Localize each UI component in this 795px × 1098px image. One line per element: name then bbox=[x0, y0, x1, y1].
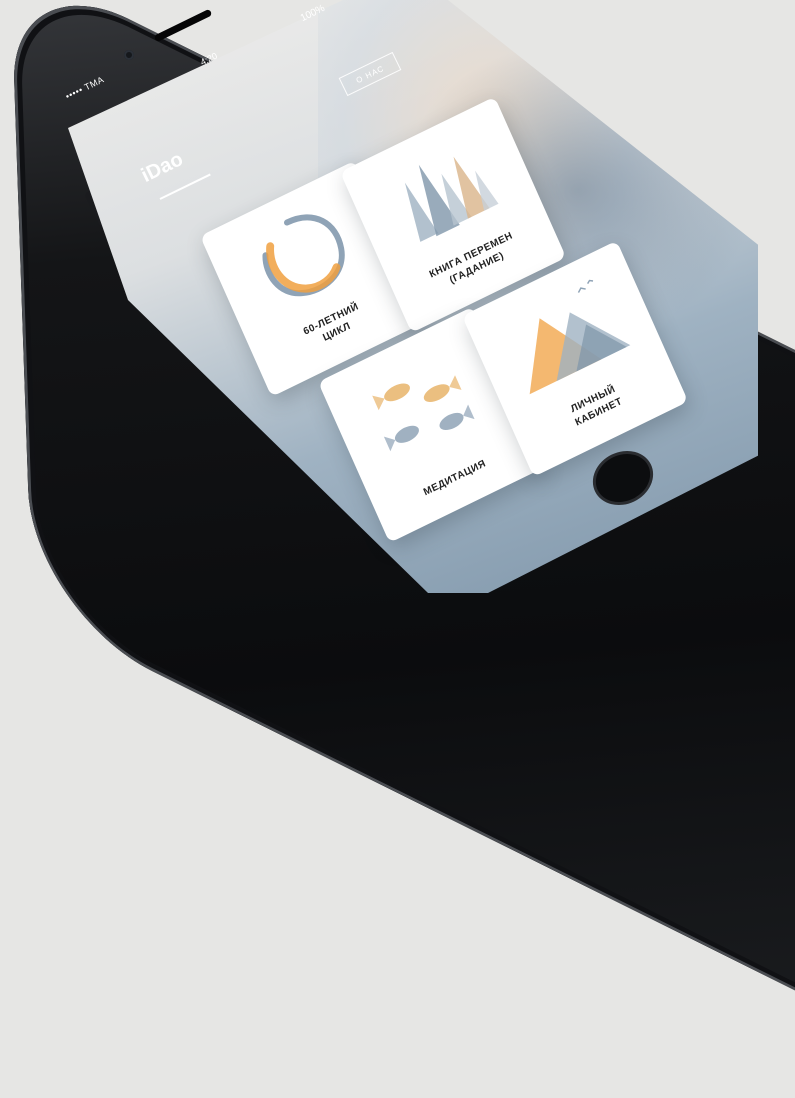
front-camera bbox=[124, 50, 134, 60]
phone-device: ••••• TMA 4:20 100% О НАС iDao 60-ЛЕТНИЙ… bbox=[0, 0, 795, 1098]
earpiece-speaker bbox=[153, 8, 213, 43]
